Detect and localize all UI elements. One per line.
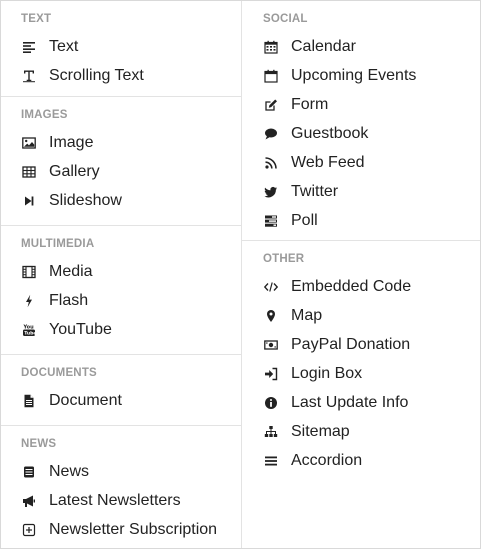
menu-item-label: Latest Newsletters bbox=[49, 491, 181, 509]
plus-square-icon bbox=[21, 522, 37, 538]
menu-item-login-box[interactable]: Login Box bbox=[242, 359, 480, 388]
youtube-icon: You Tube bbox=[21, 322, 37, 338]
menu-item-media[interactable]: Media bbox=[1, 257, 241, 286]
section-news: NEWS News Latest Newsletters Newsletter … bbox=[1, 426, 241, 548]
menu-item-label: Twitter bbox=[291, 182, 339, 200]
section-title: DOCUMENTS bbox=[21, 367, 97, 379]
section-title: IMAGES bbox=[21, 109, 68, 121]
section-title: TEXT bbox=[21, 13, 52, 25]
menu-item-label: Map bbox=[291, 306, 323, 324]
menu-item-guestbook[interactable]: Guestbook bbox=[242, 119, 480, 148]
menu-item-label: Embedded Code bbox=[291, 277, 412, 295]
calendar-icon bbox=[263, 39, 279, 55]
menu-item-label: Image bbox=[49, 133, 94, 151]
menu-item-sitemap[interactable]: Sitemap bbox=[242, 417, 480, 446]
menu-item-label: Poll bbox=[291, 211, 318, 229]
menu-item-label: Web Feed bbox=[291, 153, 365, 171]
menu-item-flash[interactable]: Flash bbox=[1, 286, 241, 315]
calendar-empty-icon bbox=[263, 68, 279, 84]
grid-icon bbox=[21, 164, 37, 180]
twitter-icon bbox=[263, 184, 279, 200]
document-icon bbox=[21, 393, 37, 409]
menu-item-youtube[interactable]: You Tube YouTube bbox=[1, 315, 241, 344]
menu-item-upcoming-events[interactable]: Upcoming Events bbox=[242, 61, 480, 90]
edit-icon bbox=[263, 97, 279, 113]
menu-item-label: Sitemap bbox=[291, 422, 350, 440]
menu-item-label: Flash bbox=[49, 291, 89, 309]
menu-item-label: YouTube bbox=[49, 320, 112, 338]
menu-item-last-update-info[interactable]: Last Update Info bbox=[242, 388, 480, 417]
menu-item-label: Form bbox=[291, 95, 329, 113]
menu-item-embedded-code[interactable]: Embedded Code bbox=[242, 272, 480, 301]
map-marker-icon bbox=[263, 308, 279, 324]
menu-item-slideshow[interactable]: Slideshow bbox=[1, 186, 241, 215]
menu-item-calendar[interactable]: Calendar bbox=[242, 32, 480, 61]
menu-item-newsletter-subscription[interactable]: Newsletter Subscription bbox=[1, 515, 241, 544]
rss-icon bbox=[263, 155, 279, 171]
menu-item-label: Calendar bbox=[291, 37, 356, 55]
menu-item-document[interactable]: Document bbox=[1, 386, 241, 415]
menu-item-web-feed[interactable]: Web Feed bbox=[242, 148, 480, 177]
menu-item-gallery[interactable]: Gallery bbox=[1, 157, 241, 186]
poll-icon bbox=[263, 213, 279, 229]
menu-item-news[interactable]: News bbox=[1, 457, 241, 486]
menu-item-text[interactable]: Text bbox=[1, 32, 241, 61]
section-documents: DOCUMENTS Document bbox=[1, 355, 241, 426]
menu-item-label: Upcoming Events bbox=[291, 66, 417, 84]
code-icon bbox=[263, 279, 279, 295]
text-align-icon bbox=[21, 39, 37, 55]
bullhorn-icon bbox=[21, 493, 37, 509]
menu-item-label: Last Update Info bbox=[291, 393, 409, 411]
menu-item-latest-newsletters[interactable]: Latest Newsletters bbox=[1, 486, 241, 515]
bolt-icon bbox=[21, 293, 37, 309]
menu-item-label: Login Box bbox=[291, 364, 363, 382]
film-icon bbox=[21, 264, 37, 280]
bars-icon bbox=[263, 453, 279, 469]
news-icon bbox=[21, 464, 37, 480]
menu-item-label: Accordion bbox=[291, 451, 363, 469]
image-icon bbox=[21, 135, 37, 151]
menu-item-label: Newsletter Subscription bbox=[49, 520, 218, 538]
menu-item-twitter[interactable]: Twitter bbox=[242, 177, 480, 206]
section-title: OTHER bbox=[263, 253, 305, 265]
menu-item-poll[interactable]: Poll bbox=[242, 206, 480, 235]
menu-item-scrolling-text[interactable]: Scrolling Text bbox=[1, 61, 241, 90]
section-title: NEWS bbox=[21, 438, 57, 450]
menu-item-label: News bbox=[49, 462, 90, 480]
menu-item-accordion[interactable]: Accordion bbox=[242, 446, 480, 475]
menu-item-form[interactable]: Form bbox=[242, 90, 480, 119]
menu-item-label: Media bbox=[49, 262, 93, 280]
left-column: TEXT Text Scrolling Text IMAGES Image Ga… bbox=[1, 1, 242, 548]
menu-item-label: Slideshow bbox=[49, 191, 122, 209]
insert-element-menu: TEXT Text Scrolling Text IMAGES Image Ga… bbox=[0, 0, 481, 549]
money-icon bbox=[263, 337, 279, 353]
info-circle-icon bbox=[263, 395, 279, 411]
menu-item-label: Document bbox=[49, 391, 122, 409]
section-text: TEXT Text Scrolling Text bbox=[1, 1, 241, 97]
section-social: SOCIAL Calendar Upcoming Events Form Gue… bbox=[242, 1, 480, 241]
sitemap-icon bbox=[263, 424, 279, 440]
text-cursor-icon bbox=[21, 68, 37, 84]
menu-item-label: Text bbox=[49, 37, 79, 55]
menu-item-label: PayPal Donation bbox=[291, 335, 411, 353]
menu-item-image[interactable]: Image bbox=[1, 128, 241, 157]
svg-text:Tube: Tube bbox=[24, 330, 36, 336]
menu-item-label: Guestbook bbox=[291, 124, 369, 142]
menu-item-label: Gallery bbox=[49, 162, 100, 180]
right-column: SOCIAL Calendar Upcoming Events Form Gue… bbox=[242, 1, 480, 548]
section-other: OTHER Embedded Code Map PayPal Donation bbox=[242, 241, 480, 481]
section-multimedia: MULTIMEDIA Media Flash You Tube YouTube bbox=[1, 226, 241, 355]
section-images: IMAGES Image Gallery Slideshow bbox=[1, 97, 241, 226]
menu-item-label: Scrolling Text bbox=[49, 66, 144, 84]
menu-item-map[interactable]: Map bbox=[242, 301, 480, 330]
menu-item-paypal-donation[interactable]: PayPal Donation bbox=[242, 330, 480, 359]
step-forward-icon bbox=[21, 193, 37, 209]
comment-icon bbox=[263, 126, 279, 142]
section-title: SOCIAL bbox=[263, 13, 308, 25]
sign-in-icon bbox=[263, 366, 279, 382]
section-title: MULTIMEDIA bbox=[21, 238, 95, 250]
